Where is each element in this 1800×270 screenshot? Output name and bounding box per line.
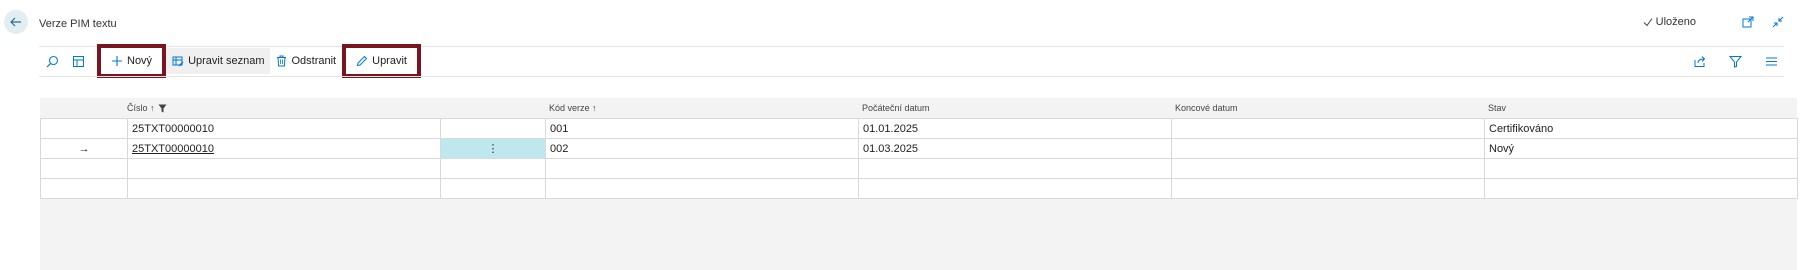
empty-cell[interactable] bbox=[858, 178, 1172, 199]
action-bar: Nový Upravit seznam Odstranit Upravit bbox=[39, 44, 1784, 78]
stav-cell[interactable]: Nový bbox=[1484, 138, 1798, 159]
edit-list-button[interactable]: Upravit seznam bbox=[166, 48, 271, 74]
empty-cell[interactable] bbox=[1484, 178, 1798, 199]
empty-cell[interactable] bbox=[858, 158, 1172, 179]
empty-cell[interactable] bbox=[127, 178, 441, 199]
arrow-left-icon bbox=[10, 17, 21, 27]
save-status: Uloženo bbox=[1643, 16, 1696, 28]
table-row-empty[interactable] bbox=[40, 158, 1798, 179]
filter-active-icon bbox=[158, 104, 167, 112]
open-new-window-icon bbox=[1742, 16, 1754, 28]
kod-verze-cell[interactable]: 001 bbox=[545, 118, 859, 139]
list-icon bbox=[1765, 56, 1777, 66]
row-actions-menu-button[interactable]: ⋮ bbox=[440, 138, 546, 159]
pencil-icon bbox=[356, 55, 368, 67]
trash-icon bbox=[277, 55, 287, 67]
koncove-datum-cell[interactable] bbox=[1171, 138, 1485, 159]
column-header-koncove-datum-label: Koncové datum bbox=[1175, 103, 1238, 113]
empty-cell[interactable] bbox=[545, 178, 859, 199]
delete-button-label: Odstranit bbox=[291, 55, 337, 67]
column-header-koncove-datum[interactable]: Koncové datum bbox=[1175, 103, 1238, 113]
edit-button-label: Upravit bbox=[372, 55, 407, 67]
new-button-label: Nový bbox=[127, 55, 153, 67]
column-header-stav[interactable]: Stav bbox=[1488, 103, 1506, 113]
row-menu-cell bbox=[440, 118, 546, 139]
koncove-datum-cell[interactable] bbox=[1171, 118, 1485, 139]
row-marker-cell bbox=[40, 118, 128, 139]
top-right-actions: Uloženo bbox=[1643, 16, 1784, 28]
cislo-cell[interactable]: 25TXT00000010 bbox=[127, 118, 441, 139]
open-new-window-button[interactable] bbox=[1742, 16, 1754, 28]
empty-cell[interactable] bbox=[127, 158, 441, 179]
search-button[interactable] bbox=[39, 48, 65, 74]
share-icon bbox=[1694, 55, 1705, 67]
cislo-cell[interactable]: 25TXT00000010 bbox=[127, 138, 441, 159]
column-header-pocatecni-datum-label: Počáteční datum bbox=[862, 103, 930, 113]
toolbar-right-actions bbox=[1686, 48, 1784, 74]
table-row[interactable]: 25TXT00000010 001 01.01.2025 Certifiková… bbox=[40, 118, 1798, 139]
empty-cell[interactable] bbox=[1171, 178, 1485, 199]
pocatecni-datum-cell[interactable]: 01.01.2025 bbox=[858, 118, 1172, 139]
empty-cell bbox=[40, 158, 128, 179]
table-row[interactable]: → 25TXT00000010 ⋮ 002 01.03.2025 Nový bbox=[40, 138, 1798, 159]
column-header-pocatecni-datum[interactable]: Počáteční datum bbox=[862, 103, 930, 113]
back-button[interactable] bbox=[4, 10, 28, 34]
kod-verze-cell[interactable]: 002 bbox=[545, 138, 859, 159]
edit-list-button-label: Upravit seznam bbox=[188, 55, 265, 67]
pocatecni-datum-cell[interactable]: 01.03.2025 bbox=[858, 138, 1172, 159]
filter-button[interactable] bbox=[1722, 48, 1748, 74]
page-title: Verze PIM textu bbox=[39, 18, 117, 30]
cislo-link[interactable]: 25TXT00000010 bbox=[132, 143, 214, 155]
table-row-empty[interactable] bbox=[40, 178, 1798, 199]
new-button[interactable]: Nový bbox=[97, 44, 167, 78]
edit-button[interactable]: Upravit bbox=[342, 44, 421, 78]
stav-cell[interactable]: Certifikováno bbox=[1484, 118, 1798, 139]
delete-button[interactable]: Odstranit bbox=[270, 48, 342, 74]
empty-cell[interactable] bbox=[545, 158, 859, 179]
filter-icon bbox=[1728, 55, 1742, 68]
empty-cell bbox=[440, 178, 546, 199]
column-header-kod-verze[interactable]: Kód verze ↑ bbox=[549, 103, 597, 113]
edit-list-icon bbox=[172, 56, 184, 67]
plus-icon bbox=[112, 56, 122, 66]
current-row-arrow: → bbox=[40, 138, 128, 159]
layout-toggle-button[interactable] bbox=[65, 48, 91, 74]
collapse-icon bbox=[1772, 16, 1784, 28]
column-header-kod-verze-label: Kód verze ↑ bbox=[549, 103, 597, 113]
empty-cell bbox=[40, 178, 128, 199]
collapse-button[interactable] bbox=[1772, 16, 1784, 28]
empty-cell[interactable] bbox=[1171, 158, 1485, 179]
data-grid: 25TXT00000010 001 01.01.2025 Certifiková… bbox=[40, 118, 1798, 199]
checkmark-icon bbox=[1643, 18, 1653, 27]
list-view-button[interactable] bbox=[1758, 48, 1784, 74]
column-header-cislo-label: Číslo ↑ bbox=[127, 103, 155, 113]
search-icon bbox=[46, 55, 58, 67]
toolbar-divider-bottom bbox=[39, 76, 1784, 77]
save-status-label: Uloženo bbox=[1655, 16, 1696, 28]
column-header-stav-label: Stav bbox=[1488, 103, 1507, 113]
empty-cell bbox=[440, 158, 546, 179]
column-header-cislo[interactable]: Číslo ↑ bbox=[127, 103, 167, 113]
layout-icon bbox=[72, 55, 84, 67]
share-button[interactable] bbox=[1686, 48, 1712, 74]
empty-cell[interactable] bbox=[1484, 158, 1798, 179]
